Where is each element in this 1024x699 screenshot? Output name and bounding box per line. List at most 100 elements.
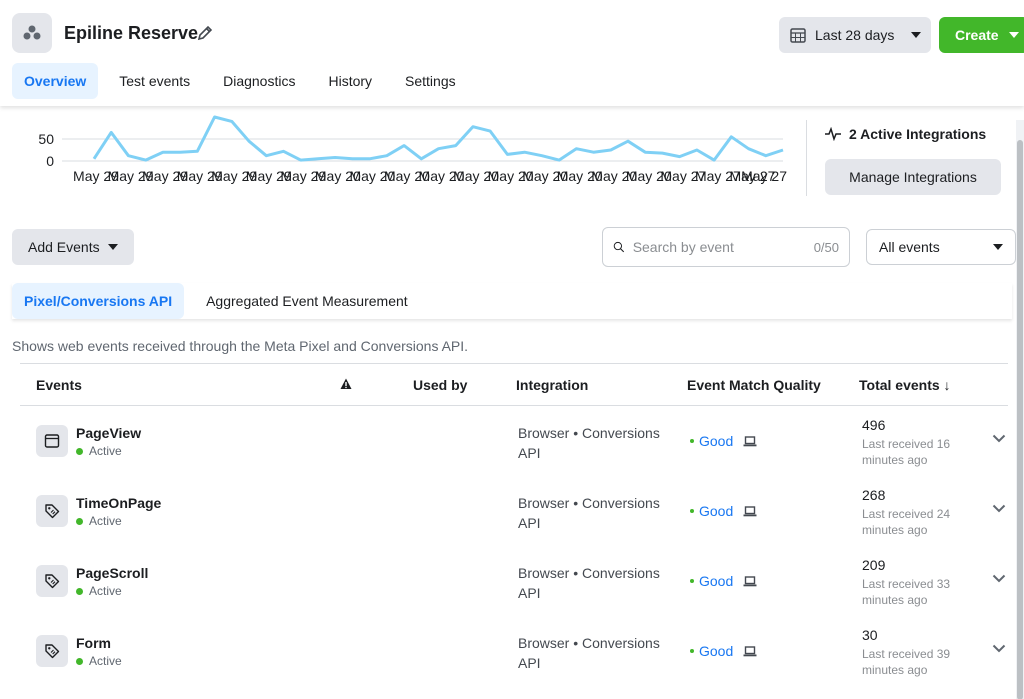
y-tick-label: 50 <box>38 131 54 147</box>
caret-down-icon <box>993 244 1003 250</box>
event-last-received: Last received 16 minutes ago <box>862 437 951 467</box>
page-header: Epiline Reserve Last 28 days Create Over… <box>0 0 1024 106</box>
event-integration: Browser • Conversions API <box>518 495 660 531</box>
chevron-down-icon[interactable] <box>992 504 1006 513</box>
column-header-used-by[interactable]: Used by <box>413 377 467 393</box>
scrollbar-thumb[interactable] <box>1017 140 1023 699</box>
quality-dot <box>690 649 694 653</box>
table-row[interactable]: PageScroll Active Browser • Conversions … <box>20 546 1008 616</box>
event-total: 496 <box>862 417 886 433</box>
tab-aggregated-event-measurement[interactable]: Aggregated Event Measurement <box>194 283 420 319</box>
event-total: 30 <box>862 627 878 643</box>
laptop-icon <box>743 575 757 586</box>
event-status: Active <box>76 584 122 598</box>
events-table: Events Used by Integration Event Match Q… <box>20 363 1008 686</box>
event-last-received: Last received 39 minutes ago <box>862 647 951 677</box>
pencil-edit-icon[interactable] <box>196 24 214 42</box>
pixel-dots-icon <box>23 25 41 40</box>
event-last-received: Last received 24 minutes ago <box>862 507 951 537</box>
event-icon-wrapper <box>36 635 68 667</box>
scrollbar[interactable] <box>1016 120 1024 699</box>
search-icon <box>613 241 625 253</box>
search-char-count: 0/50 <box>813 239 839 255</box>
browser-icon <box>44 434 60 448</box>
column-header-event-match-quality[interactable]: Event Match Quality <box>687 377 821 393</box>
caret-down-icon <box>108 244 118 250</box>
activity-pulse-icon <box>825 127 841 141</box>
x-tick-label: May 27 <box>741 168 787 184</box>
create-button[interactable]: Create <box>939 17 1024 53</box>
tab-pixel-conversions-api[interactable]: Pixel/Conversions API <box>12 283 185 319</box>
event-quality-label: Good <box>699 643 734 659</box>
event-quality-label: Good <box>699 573 734 589</box>
event-search-box[interactable]: 0/50 <box>602 227 850 267</box>
event-name: PageView <box>76 425 142 441</box>
page-title: Epiline Reserve <box>64 23 199 43</box>
column-header-events[interactable]: Events <box>36 377 82 393</box>
table-body: PageView Active Browser • Conversions AP… <box>20 406 1008 686</box>
calendar-icon <box>790 28 806 43</box>
event-status-label: Active <box>89 514 122 528</box>
event-status: Active <box>76 514 122 528</box>
tag-icon <box>45 504 60 519</box>
chevron-down-icon[interactable] <box>992 644 1006 653</box>
chevron-down-icon[interactable] <box>992 574 1006 583</box>
event-match-quality[interactable]: Good <box>690 503 757 519</box>
integrations-panel: 2 Active Integrations Manage Integration… <box>806 120 1006 196</box>
tab-history[interactable]: History <box>316 63 384 99</box>
caret-down-icon <box>911 32 921 38</box>
laptop-icon <box>743 505 757 516</box>
quality-dot <box>690 579 694 583</box>
caret-down-icon <box>1008 32 1019 38</box>
status-dot <box>76 447 83 455</box>
tab-diagnostics[interactable]: Diagnostics <box>211 63 307 99</box>
event-status-label: Active <box>89 584 122 598</box>
events-line-chart: 50 0 May 29 May 29 May 29 May 29 May 29 May 29 M… <box>0 106 800 196</box>
event-match-quality[interactable]: Good <box>690 433 757 449</box>
table-row[interactable]: TimeOnPage Active Browser • Conversions … <box>20 476 1008 546</box>
date-range-button[interactable]: Last 28 days <box>779 17 931 53</box>
column-header-total-events[interactable]: Total events ↓ <box>859 377 951 393</box>
event-quality-label: Good <box>699 433 734 449</box>
event-name: TimeOnPage <box>76 495 162 511</box>
sub-tabs: Pixel/Conversions API Aggregated Event M… <box>12 283 1012 319</box>
tab-overview[interactable]: Overview <box>12 63 99 99</box>
event-total: 209 <box>862 557 886 573</box>
laptop-icon <box>743 435 757 446</box>
tab-settings[interactable]: Settings <box>393 63 468 99</box>
event-name: PageScroll <box>76 565 149 581</box>
search-input[interactable] <box>632 239 814 255</box>
event-integration: Browser • Conversions API <box>518 565 660 601</box>
event-integration: Browser • Conversions API <box>518 635 660 671</box>
event-status: Active <box>76 654 122 668</box>
add-events-button[interactable]: Add Events <box>12 229 134 265</box>
section-description: Shows web events received through the Me… <box>12 338 469 354</box>
active-integrations: 2 Active Integrations <box>825 126 986 142</box>
event-name: Form <box>76 635 111 651</box>
event-icon-wrapper <box>36 565 68 597</box>
table-row[interactable]: Form Active Browser • Conversions API Go… <box>20 616 1008 686</box>
quality-dot <box>690 509 694 513</box>
manage-integrations-button[interactable]: Manage Integrations <box>825 159 1001 195</box>
table-header: Events Used by Integration Event Match Q… <box>20 364 1008 406</box>
event-icon-wrapper <box>36 495 68 527</box>
active-integrations-label: 2 Active Integrations <box>849 126 987 142</box>
events-filter-select[interactable]: All events <box>866 229 1016 265</box>
tag-icon <box>45 644 60 659</box>
event-integration: Browser • Conversions API <box>518 425 660 461</box>
status-dot <box>76 517 83 525</box>
tag-icon <box>45 574 60 589</box>
date-range-label: Last 28 days <box>815 27 895 43</box>
status-dot <box>76 657 83 665</box>
event-status-label: Active <box>89 654 122 668</box>
column-header-integration[interactable]: Integration <box>516 377 588 393</box>
event-match-quality[interactable]: Good <box>690 643 757 659</box>
event-quality-label: Good <box>699 503 734 519</box>
chevron-down-icon[interactable] <box>992 434 1006 443</box>
event-match-quality[interactable]: Good <box>690 573 757 589</box>
table-row[interactable]: PageView Active Browser • Conversions AP… <box>20 406 1008 476</box>
laptop-icon <box>743 645 757 656</box>
tab-test-events[interactable]: Test events <box>107 63 202 99</box>
event-status: Active <box>76 444 122 458</box>
event-total: 268 <box>862 487 886 503</box>
